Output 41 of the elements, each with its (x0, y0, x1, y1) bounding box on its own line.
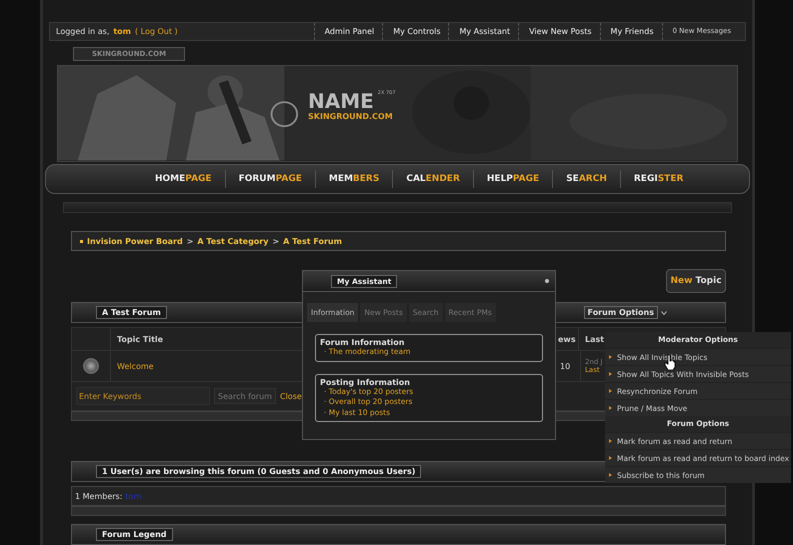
members-label: 1 Members: (75, 492, 122, 500)
breadcrumb-link[interactable]: A Test Category (197, 236, 268, 246)
user-bar-link[interactable]: Admin Panel (314, 23, 382, 40)
forum-options-link[interactable]: Forum Options (584, 306, 658, 319)
breadcrumb-separator: > (186, 236, 194, 246)
logo-site-text: SKINGROUND.COM (308, 112, 394, 122)
breadcrumb-link[interactable]: A Test Forum (283, 236, 342, 246)
column-header: ews (558, 334, 576, 344)
user-bar-link[interactable]: My Controls (382, 23, 448, 40)
minimize-icon[interactable] (545, 279, 549, 283)
nav-link[interactable]: REGISTER (620, 170, 696, 188)
info-heading: Forum Information (320, 338, 406, 347)
table-cell: 10 (560, 362, 570, 370)
breadcrumb-separator: > (272, 236, 280, 246)
topic-status-icon (83, 358, 99, 374)
bullet-icon (80, 240, 83, 242)
browsing-title: 1 User(s) are browsing this forum (0 Guests and 0 Anonymous Users) (96, 465, 422, 478)
logo-text: NAME (308, 90, 374, 112)
nav-link[interactable]: HELPPAGE (474, 170, 554, 188)
nav-link[interactable]: SEARCH (553, 170, 621, 188)
user-bar-link[interactable]: My Friends (600, 23, 662, 40)
logged-in-label: Logged in as, (56, 26, 110, 36)
breadcrumb-link[interactable]: Invision Power Board (87, 236, 183, 246)
username-link[interactable]: tom (113, 26, 132, 36)
user-bar-link[interactable]: My Assistant (448, 23, 518, 40)
caret-icon (661, 310, 667, 314)
user-bar-link[interactable]: View New Posts (518, 23, 600, 40)
search-field[interactable]: Enter Keywords (76, 387, 210, 405)
column-header: Topic Title (117, 334, 164, 344)
info-heading: Posting Information (320, 378, 411, 386)
legend-title: Forum Legend (96, 528, 172, 541)
topic-link[interactable]: Welcome (117, 362, 154, 370)
nav-link[interactable]: HOMEPAGE (142, 170, 226, 188)
nav-link[interactable]: MEMBERS (316, 170, 394, 188)
nav-link[interactable]: CALENDER (393, 170, 474, 188)
forum-title: A Test Forum (96, 306, 167, 319)
new-topic-button[interactable]: New Topic (666, 269, 726, 293)
column-header: Last (585, 334, 604, 344)
close-link[interactable]: Close (280, 392, 302, 400)
nav-link[interactable]: FORUMPAGE (226, 170, 316, 188)
logout-link[interactable]: ( Log Out ) (135, 26, 178, 36)
